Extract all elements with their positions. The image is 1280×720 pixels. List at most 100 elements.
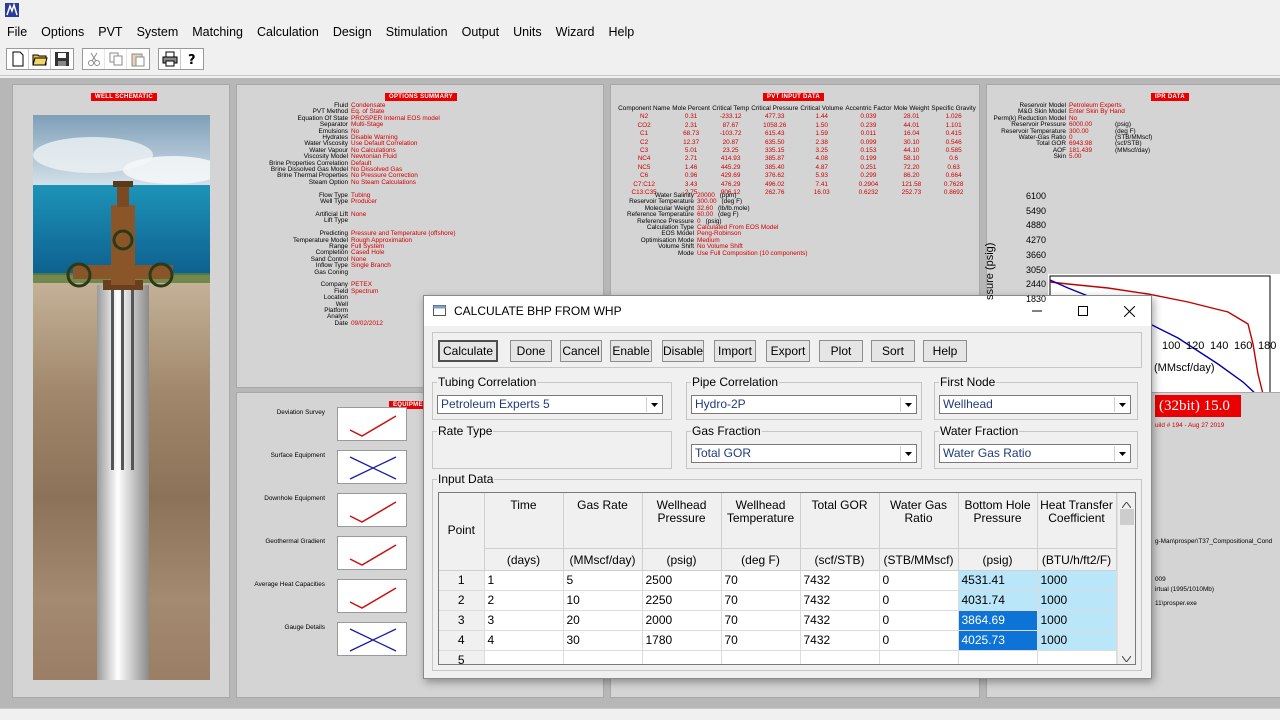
input-data-grid[interactable]: Point Time Gas Rate Wellhead Pressure We… bbox=[438, 492, 1136, 665]
grid-cell[interactable]: 4025.73 bbox=[958, 630, 1038, 651]
menu-stimulation[interactable]: Stimulation bbox=[379, 22, 455, 44]
grid-cell[interactable]: 70 bbox=[721, 570, 801, 591]
grid-cell[interactable]: 7432 bbox=[800, 610, 880, 631]
cut-icon[interactable] bbox=[83, 49, 105, 69]
menu-wizard[interactable]: Wizard bbox=[549, 22, 602, 44]
grid-cell[interactable]: 70 bbox=[721, 610, 801, 631]
grid-cell[interactable]: 3 bbox=[484, 610, 564, 631]
grid-cell[interactable]: 1000 bbox=[1037, 630, 1117, 651]
grid-cell[interactable]: 1780 bbox=[642, 630, 722, 651]
grid-cell[interactable]: 2000 bbox=[642, 610, 722, 631]
chevron-down-icon[interactable] bbox=[1114, 446, 1129, 461]
save-disk-icon[interactable] bbox=[51, 49, 73, 69]
cross-mark-icon[interactable] bbox=[337, 622, 407, 656]
calculate-button[interactable]: Calculate bbox=[438, 340, 498, 362]
chevron-down-icon[interactable] bbox=[646, 397, 661, 412]
grid-cell[interactable]: 7432 bbox=[800, 590, 880, 611]
new-file-icon[interactable] bbox=[7, 49, 29, 69]
grid-cell[interactable]: 70 bbox=[721, 630, 801, 651]
point-number[interactable]: 4 bbox=[439, 630, 485, 651]
plot-button[interactable]: Plot bbox=[819, 340, 863, 362]
cross-mark-icon[interactable] bbox=[337, 450, 407, 484]
pipe-correlation-select[interactable]: Hydro-2P bbox=[691, 395, 917, 414]
close-icon[interactable] bbox=[1106, 296, 1152, 326]
table-row[interactable]: 5 bbox=[439, 650, 1117, 664]
column-header[interactable]: Gas Rate bbox=[563, 493, 643, 549]
table-row[interactable]: 3 3 20 2000 70 7432 0 3864.69 1000 bbox=[439, 610, 1117, 631]
first-node-select[interactable]: Wellhead bbox=[939, 395, 1131, 414]
table-row[interactable]: 4 4 30 1780 70 7432 0 4025.73 1000 bbox=[439, 630, 1117, 651]
enable-button[interactable]: Enable bbox=[610, 340, 652, 362]
grid-cell[interactable]: 4531.41 bbox=[958, 570, 1038, 591]
check-mark-icon[interactable] bbox=[337, 579, 407, 613]
table-row[interactable]: 1 1 5 2500 70 7432 0 4531.41 1000 bbox=[439, 570, 1117, 591]
grid-cell[interactable]: 0 bbox=[879, 630, 959, 651]
grid-cell[interactable]: 1000 bbox=[1037, 590, 1117, 611]
check-mark-icon[interactable] bbox=[337, 493, 407, 527]
help-button[interactable]: Help bbox=[923, 340, 967, 362]
grid-cell[interactable]: 3864.69 bbox=[958, 610, 1038, 631]
grid-cell[interactable]: 20 bbox=[563, 610, 643, 631]
check-mark-icon[interactable] bbox=[337, 536, 407, 570]
point-number[interactable]: 3 bbox=[439, 610, 485, 631]
calculate-bhp-dialog[interactable]: CALCULATE BHP FROM WHP Calculate Done Ca… bbox=[423, 295, 1152, 679]
sort-button[interactable]: Sort bbox=[871, 340, 915, 362]
chevron-down-icon[interactable] bbox=[900, 446, 915, 461]
menu-file[interactable]: File bbox=[0, 22, 34, 44]
grid-cell[interactable] bbox=[563, 650, 643, 664]
grid-cell[interactable]: 7432 bbox=[800, 630, 880, 651]
grid-cell[interactable] bbox=[484, 650, 564, 664]
paste-icon[interactable] bbox=[127, 49, 149, 69]
menu-output[interactable]: Output bbox=[455, 22, 507, 44]
grid-cell[interactable]: 1000 bbox=[1037, 610, 1117, 631]
grid-cell[interactable] bbox=[800, 650, 880, 664]
menu-calculation[interactable]: Calculation bbox=[250, 22, 326, 44]
grid-cell[interactable]: 70 bbox=[721, 590, 801, 611]
grid-cell[interactable] bbox=[721, 650, 801, 664]
column-header[interactable]: Bottom Hole Pressure bbox=[958, 493, 1038, 549]
grid-cell[interactable]: 1000 bbox=[1037, 570, 1117, 591]
grid-cell[interactable]: 7432 bbox=[800, 570, 880, 591]
print-icon[interactable] bbox=[159, 49, 181, 69]
grid-vertical-scrollbar[interactable] bbox=[1117, 493, 1135, 664]
help-question-icon[interactable]: ? bbox=[181, 49, 203, 69]
cancel-button[interactable]: Cancel bbox=[560, 340, 602, 362]
grid-cell[interactable]: 10 bbox=[563, 590, 643, 611]
well-schematic-panel[interactable]: WELL SCHEMATIC bbox=[12, 84, 230, 698]
grid-cell[interactable]: 0 bbox=[879, 590, 959, 611]
table-row[interactable]: 2 2 10 2250 70 7432 0 4031.74 1000 bbox=[439, 590, 1117, 611]
grid-cell[interactable]: 1 bbox=[484, 570, 564, 591]
column-header[interactable]: Heat Transfer Coefficient bbox=[1037, 493, 1117, 549]
column-header[interactable]: Wellhead Pressure bbox=[642, 493, 722, 549]
grid-cell[interactable]: 2250 bbox=[642, 590, 722, 611]
grid-cell[interactable]: 4031.74 bbox=[958, 590, 1038, 611]
import-button[interactable]: Import bbox=[714, 340, 756, 362]
grid-cell[interactable]: 0 bbox=[879, 570, 959, 591]
point-number[interactable]: 5 bbox=[439, 650, 485, 664]
menu-options[interactable]: Options bbox=[34, 22, 91, 44]
grid-cell[interactable] bbox=[958, 650, 1038, 664]
grid-cell[interactable] bbox=[1037, 650, 1117, 664]
grid-cell[interactable]: 2500 bbox=[642, 570, 722, 591]
menu-pvt[interactable]: PVT bbox=[91, 22, 129, 44]
column-header[interactable]: Water Gas Ratio bbox=[879, 493, 959, 549]
grid-cell[interactable]: 0 bbox=[879, 610, 959, 631]
menu-units[interactable]: Units bbox=[506, 22, 548, 44]
done-button[interactable]: Done bbox=[510, 340, 552, 362]
maximize-icon[interactable] bbox=[1060, 296, 1106, 326]
chevron-down-icon[interactable] bbox=[1114, 397, 1129, 412]
disable-button[interactable]: Disable bbox=[662, 340, 704, 362]
grid-cell[interactable] bbox=[879, 650, 959, 664]
check-mark-icon[interactable] bbox=[337, 407, 407, 441]
column-header[interactable]: Wellhead Temperature bbox=[721, 493, 801, 549]
gas-fraction-select[interactable]: Total GOR bbox=[691, 444, 917, 463]
grid-cell[interactable]: 30 bbox=[563, 630, 643, 651]
export-button[interactable]: Export bbox=[766, 340, 810, 362]
chevron-down-icon[interactable] bbox=[900, 397, 915, 412]
column-header[interactable]: Time bbox=[484, 493, 564, 549]
open-folder-icon[interactable] bbox=[29, 49, 51, 69]
copy-icon[interactable] bbox=[105, 49, 127, 69]
grid-cell[interactable] bbox=[642, 650, 722, 664]
menu-system[interactable]: System bbox=[130, 22, 186, 44]
point-number[interactable]: 1 bbox=[439, 570, 485, 591]
